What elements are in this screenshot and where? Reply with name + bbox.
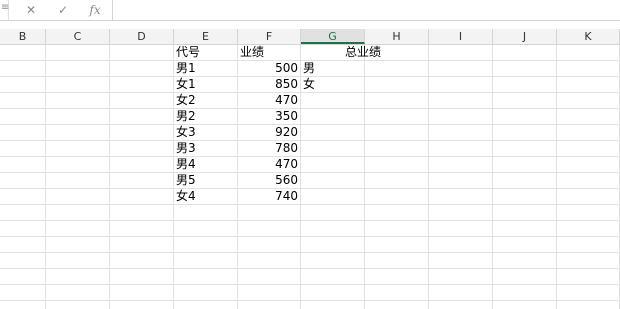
cell-code[interactable]: 女1 <box>176 77 236 92</box>
gridline <box>0 204 620 205</box>
gridline <box>556 45 557 309</box>
cell-score[interactable]: 780 <box>240 141 298 156</box>
name-box[interactable]: ≡ <box>0 0 9 20</box>
cell-score[interactable]: 470 <box>240 157 298 172</box>
cell-code[interactable]: 男3 <box>176 141 236 156</box>
gridline <box>237 45 238 309</box>
gridline <box>0 92 620 93</box>
column-header-g[interactable]: G <box>301 29 365 44</box>
gridline <box>428 45 429 309</box>
cell-f1[interactable]: 业绩 <box>240 45 298 60</box>
cell-score[interactable]: 500 <box>240 61 298 76</box>
worksheet-grid[interactable]: 代号 业绩 总业绩 男1 500 男 女1 850 女 女2 470 男2 35… <box>0 45 620 309</box>
column-header-k[interactable]: K <box>557 29 620 44</box>
confirm-icon[interactable]: ✓ <box>52 1 74 19</box>
column-header-i[interactable]: I <box>429 29 493 44</box>
column-header-row: B C D E F G H I J K <box>0 29 620 45</box>
gridline <box>492 45 493 309</box>
name-box-menu-icon: ≡ <box>1 2 10 13</box>
gridline <box>0 156 620 157</box>
cell-score[interactable]: 920 <box>240 125 298 140</box>
gridline <box>173 45 174 309</box>
column-header-b[interactable]: B <box>0 29 46 44</box>
gridline <box>0 172 620 173</box>
insert-function-icon[interactable]: fx <box>84 1 106 19</box>
gridline <box>0 220 620 221</box>
cancel-icon[interactable]: ✕ <box>20 1 42 19</box>
gridline <box>0 236 620 237</box>
cell-score[interactable]: 350 <box>240 109 298 124</box>
cell-code[interactable]: 男5 <box>176 173 236 188</box>
gridline <box>0 252 620 253</box>
cell-e1[interactable]: 代号 <box>176 45 236 60</box>
cell-code[interactable]: 女4 <box>176 189 236 204</box>
gridline <box>0 268 620 269</box>
cell-code[interactable]: 女2 <box>176 93 236 108</box>
formula-input[interactable] <box>113 0 620 20</box>
cell-score[interactable]: 560 <box>240 173 298 188</box>
gridline <box>0 140 620 141</box>
column-header-h[interactable]: H <box>365 29 429 44</box>
cell-g1[interactable]: 总业绩 <box>345 45 405 60</box>
cell-code[interactable]: 男4 <box>176 157 236 172</box>
gridline <box>0 284 620 285</box>
gridline <box>0 124 620 125</box>
cell-code[interactable]: 男2 <box>176 109 236 124</box>
cell-gender[interactable]: 男 <box>303 61 363 76</box>
cell-score[interactable]: 850 <box>240 77 298 92</box>
gridline <box>0 188 620 189</box>
gridline <box>300 45 301 309</box>
column-header-e[interactable]: E <box>174 29 238 44</box>
gridline <box>364 45 365 309</box>
gridline <box>109 45 110 309</box>
cell-score[interactable]: 470 <box>240 93 298 108</box>
cell-score[interactable]: 740 <box>240 189 298 204</box>
column-header-f[interactable]: F <box>238 29 301 44</box>
formula-bar: ≡ ✕ ✓ fx <box>0 0 620 21</box>
cell-code[interactable]: 男1 <box>176 61 236 76</box>
column-header-j[interactable]: J <box>493 29 557 44</box>
gridline <box>0 300 620 301</box>
cell-gender[interactable]: 女 <box>303 77 363 92</box>
column-header-c[interactable]: C <box>46 29 110 44</box>
column-header-d[interactable]: D <box>110 29 174 44</box>
cell-code[interactable]: 女3 <box>176 125 236 140</box>
gridline <box>0 108 620 109</box>
gridline <box>45 45 46 309</box>
